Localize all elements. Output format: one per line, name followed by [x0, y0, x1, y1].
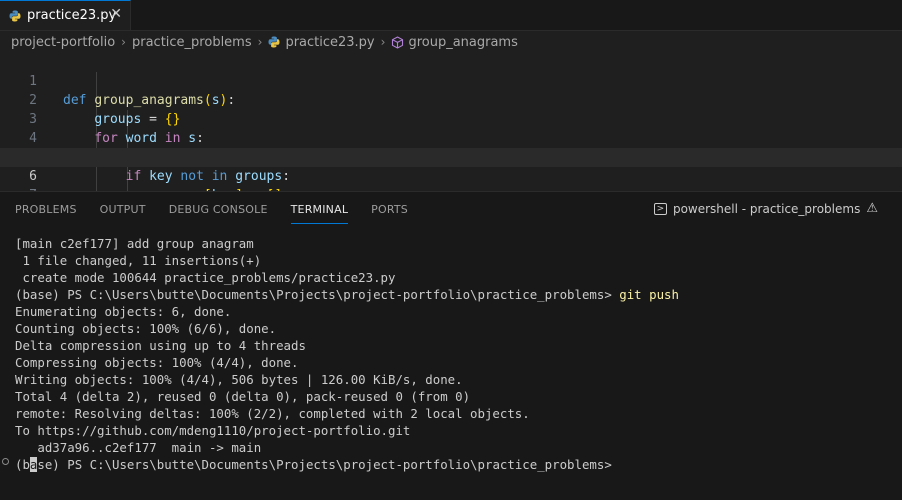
code-line[interactable]: 5 if key not in groups: [0, 129, 902, 184]
terminal-prompt: (base) PS C:\Users\butte\Documents\Proje… [15, 287, 612, 302]
tab-label: practice23.py [27, 8, 117, 23]
terminal-line: Total 4 (delta 2), reused 0 (delta 0), p… [15, 389, 471, 404]
terminal-line: remote: Resolving deltas: 100% (2/2), co… [15, 406, 530, 421]
terminal-line: [main c2ef177] add group anagram [15, 236, 254, 251]
editor-tab-bar: practice23.py ✕ [0, 0, 902, 31]
terminal-line: ad37a96..c2ef177 main -> main [15, 440, 262, 455]
terminal-command: git push [619, 287, 679, 302]
chevron-right-icon: › [121, 35, 126, 49]
panel-tabs: PROBLEMS OUTPUT DEBUG CONSOLE TERMINAL P… [15, 192, 431, 227]
terminal-name: powershell - practice_problems [672, 201, 861, 216]
breadcrumb-item-file[interactable]: practice23.py [285, 35, 374, 50]
tab-terminal[interactable]: TERMINAL [290, 192, 349, 227]
code-line[interactable]: 7 groups[key].append(word) [0, 167, 902, 191]
tab-debug-console[interactable]: DEBUG CONSOLE [169, 192, 268, 227]
warning-icon[interactable]: ⚠ [866, 201, 878, 216]
code-line[interactable]: 3 for word in s: [0, 91, 902, 146]
python-icon [268, 36, 280, 48]
editor-tab-practice23[interactable]: practice23.py ✕ [0, 0, 131, 30]
breadcrumb-item-project[interactable]: project-portfolio [11, 35, 115, 50]
python-icon [9, 10, 21, 21]
terminal-instance[interactable]: > powershell - practice_problems ⚠ [653, 201, 878, 216]
terminal-command-line: (base) PS C:\Users\butte\Documents\Proje… [15, 286, 895, 303]
symbol-method-icon [392, 35, 404, 49]
code-line-active[interactable]: 6 groups[key] = [] [0, 148, 902, 191]
tab-ports[interactable]: PORTS [371, 192, 408, 227]
code-line[interactable]: 4 key = "".join(sorted(word)) [0, 110, 902, 165]
terminal-output[interactable]: [main c2ef177] add group anagram 1 file … [15, 235, 895, 473]
terminal-icon: > [653, 202, 667, 215]
terminal-line: Enumerating objects: 6, done. [15, 304, 232, 319]
breadcrumb-item-folder[interactable]: practice_problems [132, 35, 252, 50]
command-decoration-icon[interactable] [2, 458, 9, 465]
chevron-right-icon: › [380, 35, 386, 49]
tab-output[interactable]: OUTPUT [100, 192, 146, 227]
prompt-start: (b [15, 457, 30, 472]
terminal-line: 1 file changed, 11 insertions(+) [15, 253, 262, 268]
tab-problems[interactable]: PROBLEMS [15, 192, 77, 227]
prompt-rest: se) PS C:\Users\butte\Documents\Projects… [37, 457, 612, 472]
terminal-line: Delta compression using up to 4 threads [15, 338, 306, 353]
code-line[interactable]: 2 groups = {} [0, 72, 902, 127]
terminal-line: Counting objects: 100% (6/6), done. [15, 321, 277, 336]
breadcrumb: project-portfolio › practice_problems › … [0, 31, 902, 53]
terminal-line: create mode 100644 practice_problems/pra… [15, 270, 396, 285]
bottom-panel: PROBLEMS OUTPUT DEBUG CONSOLE TERMINAL P… [0, 191, 902, 500]
close-icon[interactable]: ✕ [110, 6, 122, 22]
terminal-line: To https://github.com/mdeng1110/project-… [15, 423, 411, 438]
terminal-current-prompt[interactable]: (base) PS C:\Users\butte\Documents\Proje… [15, 456, 895, 473]
code-editor[interactable]: 1 def group_anagrams(s): 2 groups = {} 3… [0, 53, 902, 191]
chevron-right-icon: › [257, 35, 263, 49]
terminal-line: Compressing objects: 100% (4/4), done. [15, 355, 299, 370]
terminal-line: Writing objects: 100% (4/4), 506 bytes |… [15, 372, 463, 387]
code-line[interactable]: 1 def group_anagrams(s): [0, 53, 902, 108]
breadcrumb-item-symbol[interactable]: group_anagrams [408, 35, 517, 50]
